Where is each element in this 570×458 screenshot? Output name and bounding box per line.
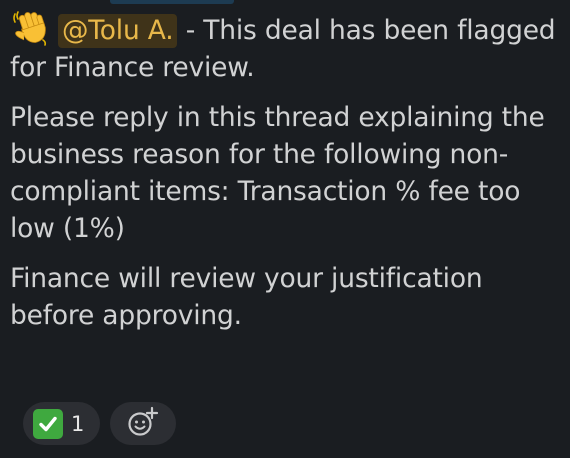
user-mention[interactable]: @Tolu A. bbox=[58, 14, 178, 48]
add-reaction-button[interactable] bbox=[110, 402, 177, 445]
add-reaction-icon bbox=[126, 406, 160, 442]
message-paragraph-3: Finance will review your justification b… bbox=[10, 263, 483, 331]
white-check-mark-icon bbox=[33, 408, 63, 439]
check-reaction-button[interactable]: 1 bbox=[23, 402, 101, 445]
reaction-count: 1 bbox=[71, 411, 85, 436]
top-edge-highlight bbox=[110, 0, 234, 4]
message-paragraph-1: @Tolu A. - This deal has been flagged fo… bbox=[10, 10, 562, 86]
reactions-bar: 1 bbox=[23, 402, 177, 445]
message-paragraph-2: Please reply in this thread explaining t… bbox=[10, 102, 545, 244]
waving-hand-icon bbox=[10, 10, 50, 46]
message-body: @Tolu A. - This deal has been flagged fo… bbox=[10, 10, 562, 347]
